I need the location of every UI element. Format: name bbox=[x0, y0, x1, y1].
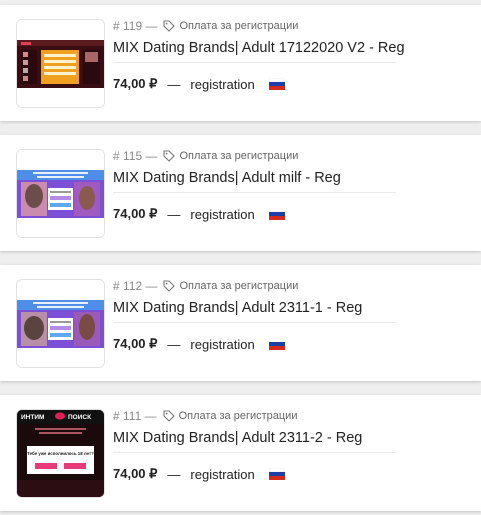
purple-landing-screenshot bbox=[17, 150, 104, 237]
offer-number: # 115 — bbox=[113, 149, 158, 163]
separator: — bbox=[167, 336, 181, 352]
offer-type: registration bbox=[190, 466, 255, 482]
russia-flag-icon bbox=[268, 208, 285, 220]
tag-icon bbox=[163, 410, 175, 422]
offer-category[interactable]: Оплата за регистрации bbox=[179, 280, 298, 292]
dark-dating-site-screenshot bbox=[17, 20, 104, 107]
offer-title[interactable]: MIX Dating Brands| Adult 2311-1 - Reg bbox=[113, 298, 396, 323]
offer-type: registration bbox=[190, 76, 255, 92]
offer-number: # 111 — bbox=[113, 409, 157, 423]
separator: — bbox=[167, 466, 181, 482]
thumb-age-question: Тебе уже исполнилось 18 лет? bbox=[27, 451, 94, 456]
offer-category[interactable]: Оплата за регистрации bbox=[179, 20, 298, 32]
thumb-logo-left: ИНТИМ bbox=[21, 414, 44, 421]
thumb-logo-right: ПОИСК bbox=[68, 414, 91, 421]
separator: — bbox=[167, 76, 181, 92]
offer-title[interactable]: MIX Dating Brands| Adult milf - Reg bbox=[113, 168, 396, 193]
offer-thumbnail[interactable] bbox=[16, 149, 105, 238]
offer-price: 74,00 ₽ bbox=[113, 466, 158, 481]
offer-thumbnail[interactable] bbox=[16, 19, 105, 108]
tag-icon bbox=[163, 280, 176, 292]
separator: — bbox=[167, 206, 181, 222]
intim-poisk-screenshot: ИНТИМ ПОИСК Тебе уже исполнилось 18 лет? bbox=[17, 410, 104, 497]
offer-category[interactable]: Оплата за регистрации bbox=[179, 150, 298, 162]
offer-number: # 112 — bbox=[113, 279, 158, 293]
offer-card[interactable]: # 119 — Оплата за регистрации MIX Dating… bbox=[0, 5, 481, 121]
tag-icon bbox=[163, 150, 176, 162]
offer-price: 74,00 ₽ bbox=[113, 336, 158, 351]
lips-icon bbox=[55, 412, 65, 420]
russia-flag-icon bbox=[268, 338, 285, 350]
offer-type: registration bbox=[190, 336, 255, 352]
tag-icon bbox=[163, 20, 176, 32]
offer-title[interactable]: MIX Dating Brands| Adult 2311-2 - Reg bbox=[113, 428, 396, 453]
offer-type: registration bbox=[190, 206, 255, 222]
offer-title[interactable]: MIX Dating Brands| Adult 17122020 V2 - R… bbox=[113, 38, 405, 63]
offer-number: # 119 — bbox=[113, 19, 158, 33]
offer-card[interactable]: # 115 — Оплата за регистрации MIX Dating… bbox=[0, 135, 481, 251]
russia-flag-icon bbox=[268, 468, 285, 480]
offer-card[interactable]: # 112 — Оплата за регистрации MIX Dating… bbox=[0, 265, 481, 381]
offer-thumbnail[interactable] bbox=[16, 279, 105, 368]
purple-landing-screenshot bbox=[17, 280, 104, 367]
offer-price: 74,00 ₽ bbox=[113, 206, 158, 221]
offer-thumbnail[interactable]: ИНТИМ ПОИСК Тебе уже исполнилось 18 лет? bbox=[16, 409, 105, 498]
offer-category[interactable]: Оплата за регистрации bbox=[179, 410, 298, 422]
offer-card[interactable]: ИНТИМ ПОИСК Тебе уже исполнилось 18 лет?… bbox=[0, 395, 481, 511]
offer-price: 74,00 ₽ bbox=[113, 76, 158, 91]
russia-flag-icon bbox=[268, 78, 285, 90]
